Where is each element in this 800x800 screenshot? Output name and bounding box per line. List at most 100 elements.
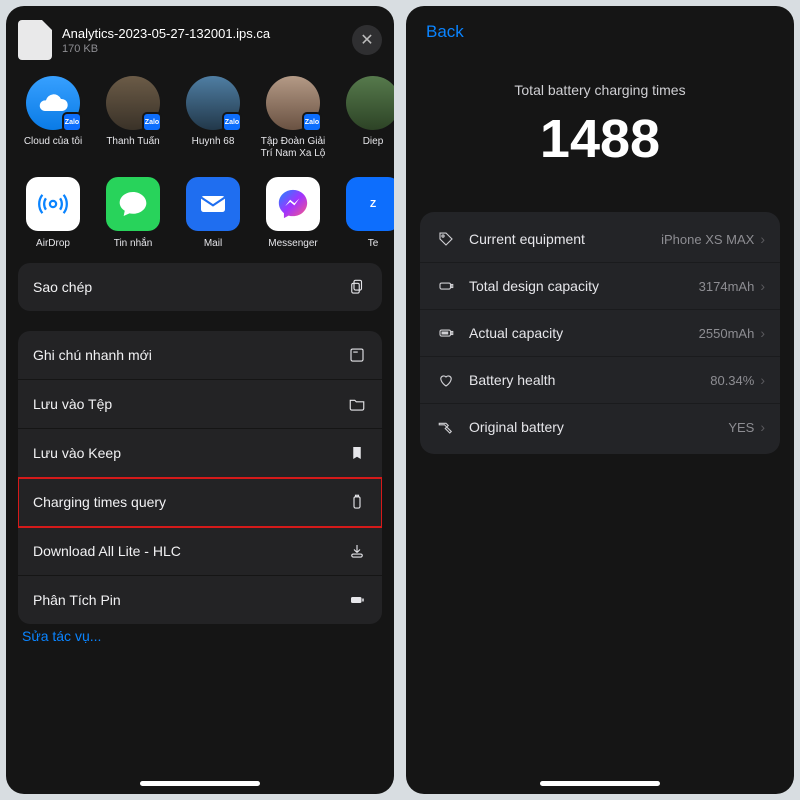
contact-label: Diep: [363, 136, 384, 148]
avatar-icon: [346, 76, 394, 130]
copy-icon: [347, 277, 367, 297]
file-size: 170 KB: [62, 43, 342, 55]
stat-label: Total design capacity: [469, 278, 699, 294]
stat-label: Original battery: [469, 419, 728, 435]
action-label: Lưu vào Keep: [33, 445, 121, 461]
nav-bar: Back: [406, 6, 794, 46]
stat-actual[interactable]: Actual capacity 2550mAh ›: [420, 309, 780, 356]
cloud-icon: Zalo: [26, 76, 80, 130]
chevron-right-icon: ›: [760, 325, 765, 341]
folder-icon: [347, 394, 367, 414]
zalo-badge-icon: Zalo: [62, 112, 82, 132]
app-partial[interactable]: Z Te: [340, 177, 394, 249]
stat-label: Actual capacity: [469, 325, 699, 341]
stats-list: Current equipment iPhone XS MAX › Total …: [420, 212, 780, 454]
heart-icon: [435, 371, 457, 389]
home-indicator[interactable]: [140, 781, 260, 786]
mail-icon: [186, 177, 240, 231]
zalo-badge-icon: Zalo: [222, 112, 242, 132]
share-sheet: Analytics-2023-05-27-132001.ips.ca 170 K…: [6, 6, 394, 794]
app-messages[interactable]: Tin nhắn: [100, 177, 166, 249]
file-icon: [18, 20, 52, 60]
app-label: Messenger: [268, 238, 317, 249]
contact-person[interactable]: Zalo Tập Đoàn Giải Trí Nam Xa Lộ: [260, 76, 326, 159]
metric-value: 1488: [416, 108, 784, 170]
tag-icon: [435, 230, 457, 248]
stat-health[interactable]: Battery health 80.34% ›: [420, 356, 780, 403]
metric-block: Total battery charging times 1488: [406, 46, 794, 194]
battery-icon: [347, 492, 367, 512]
airdrop-icon: [26, 177, 80, 231]
contact-person[interactable]: Zalo Huynh 68: [180, 76, 246, 159]
bookmark-icon: [347, 443, 367, 463]
stat-value: iPhone XS MAX: [661, 232, 754, 247]
action-battery-analyze[interactable]: Phân Tích Pin: [18, 576, 382, 624]
stat-label: Current equipment: [469, 231, 661, 247]
copy-action[interactable]: Sao chép: [18, 263, 382, 311]
action-save-keep[interactable]: Lưu vào Keep: [18, 429, 382, 478]
app-label: Mail: [204, 238, 222, 249]
action-quicknote[interactable]: Ghi chú nhanh mới: [18, 331, 382, 380]
actions-section: Ghi chú nhanh mới Lưu vào Tệp Lưu vào Ke…: [18, 331, 382, 644]
battery-outline-icon: [435, 277, 457, 295]
action-label: Lưu vào Tệp: [33, 396, 112, 412]
action-label: Phân Tích Pin: [33, 592, 121, 608]
messages-icon: [106, 177, 160, 231]
stat-label: Battery health: [469, 372, 710, 388]
contact-label: Thanh Tuấn: [106, 136, 159, 148]
action-label: Sao chép: [33, 279, 92, 295]
stat-original[interactable]: Original battery YES ›: [420, 403, 780, 450]
action-charging-query[interactable]: Charging times query: [18, 478, 382, 527]
stat-value: YES: [728, 420, 754, 435]
action-save-files[interactable]: Lưu vào Tệp: [18, 380, 382, 429]
stat-design[interactable]: Total design capacity 3174mAh ›: [420, 262, 780, 309]
share-apps-row: AirDrop Tin nhắn Mail Messenger Z Te: [6, 161, 394, 253]
chevron-right-icon: ›: [760, 419, 765, 435]
edit-actions-link[interactable]: Sửa tác vụ...: [18, 624, 382, 644]
chevron-right-icon: ›: [760, 372, 765, 388]
contact-label: Tập Đoàn Giải Trí Nam Xa Lộ: [260, 136, 326, 159]
metric-label: Total battery charging times: [416, 82, 784, 98]
file-meta: Analytics-2023-05-27-132001.ips.ca 170 K…: [62, 26, 342, 55]
file-name: Analytics-2023-05-27-132001.ips.ca: [62, 26, 342, 41]
zalo-badge-icon: Zalo: [302, 112, 322, 132]
stat-value: 2550mAh: [699, 326, 755, 341]
app-label: Tin nhắn: [114, 238, 153, 249]
contact-label: Cloud của tôi: [24, 136, 82, 148]
avatar-icon: Zalo: [106, 76, 160, 130]
contact-person[interactable]: Zalo Thanh Tuấn: [100, 76, 166, 159]
zalo-badge-icon: Zalo: [142, 112, 162, 132]
contact-cloud[interactable]: Zalo Cloud của tôi: [20, 76, 86, 159]
close-icon: ✕: [360, 30, 373, 50]
app-airdrop[interactable]: AirDrop: [20, 177, 86, 249]
app-label: Te: [368, 238, 379, 249]
hammer-icon: [435, 418, 457, 436]
action-label: Ghi chú nhanh mới: [33, 347, 152, 363]
chevron-right-icon: ›: [760, 278, 765, 294]
battery-fill-icon: [435, 324, 457, 342]
share-contacts-row: Zalo Cloud của tôi Zalo Thanh Tuấn Zalo …: [6, 66, 394, 161]
stat-value: 3174mAh: [699, 279, 755, 294]
contact-person[interactable]: Diep: [340, 76, 394, 159]
battery-app: Back Total battery charging times 1488 C…: [406, 6, 794, 794]
avatar-icon: Zalo: [186, 76, 240, 130]
battery-horizontal-icon: [347, 590, 367, 610]
avatar-icon: Zalo: [266, 76, 320, 130]
home-indicator[interactable]: [540, 781, 660, 786]
app-messenger[interactable]: Messenger: [260, 177, 326, 249]
stat-equipment[interactable]: Current equipment iPhone XS MAX ›: [420, 216, 780, 262]
download-icon: [347, 541, 367, 561]
back-button[interactable]: Back: [426, 22, 464, 41]
action-downloadall[interactable]: Download All Lite - HLC: [18, 527, 382, 576]
share-header: Analytics-2023-05-27-132001.ips.ca 170 K…: [6, 6, 394, 66]
app-icon: Z: [346, 177, 394, 231]
contact-label: Huynh 68: [192, 136, 235, 148]
close-button[interactable]: ✕: [352, 25, 382, 55]
chevron-right-icon: ›: [760, 231, 765, 247]
action-label: Charging times query: [33, 494, 166, 510]
action-label: Download All Lite - HLC: [33, 543, 181, 559]
app-label: AirDrop: [36, 238, 70, 249]
app-mail[interactable]: Mail: [180, 177, 246, 249]
quicknote-icon: [347, 345, 367, 365]
messenger-icon: [266, 177, 320, 231]
